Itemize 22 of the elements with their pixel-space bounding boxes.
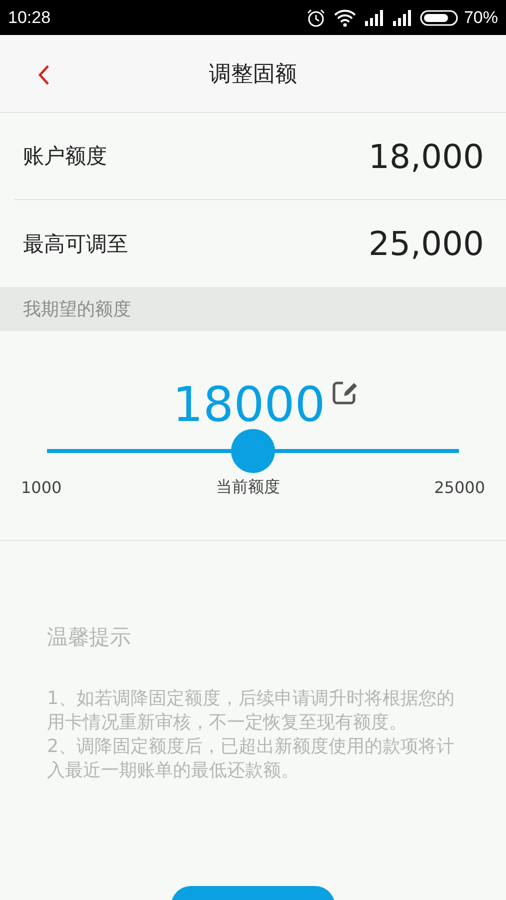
current-label: 当前额度 <box>216 477 280 498</box>
row-value: 25,000 <box>368 224 484 263</box>
clock-time: 10:28 <box>8 8 51 28</box>
alarm-clock-icon <box>306 8 326 28</box>
row-label: 账户额度 <box>23 143 107 170</box>
signal-icon <box>364 10 384 26</box>
row-value: 18,000 <box>368 136 484 176</box>
tip-text: 1、如若调降固定额度，后续申请调升时将根据您的用卡情况重新审核，不一定恢复至现有额度。 <box>47 687 456 735</box>
edit-icon <box>331 379 360 407</box>
tips-title: 温馨提示 <box>47 624 132 651</box>
wifi-icon <box>334 8 356 26</box>
battery-icon <box>420 10 460 26</box>
tip-text: 2、调降固定额度后，已超出新额度使用的款项将计入最近一期账单的最低还款额。 <box>47 735 456 783</box>
row-label: 最高可调至 <box>23 230 128 258</box>
back-icon <box>38 64 50 86</box>
max-label: 25000 <box>434 478 485 497</box>
min-label: 1000 <box>21 478 62 497</box>
page-title: 调整固额 <box>209 60 297 88</box>
amount-value: 18000 <box>172 376 326 435</box>
section-title: 我期望的额度 <box>23 298 131 321</box>
signal-icon <box>392 10 412 26</box>
battery-percent: 70% <box>464 8 498 28</box>
